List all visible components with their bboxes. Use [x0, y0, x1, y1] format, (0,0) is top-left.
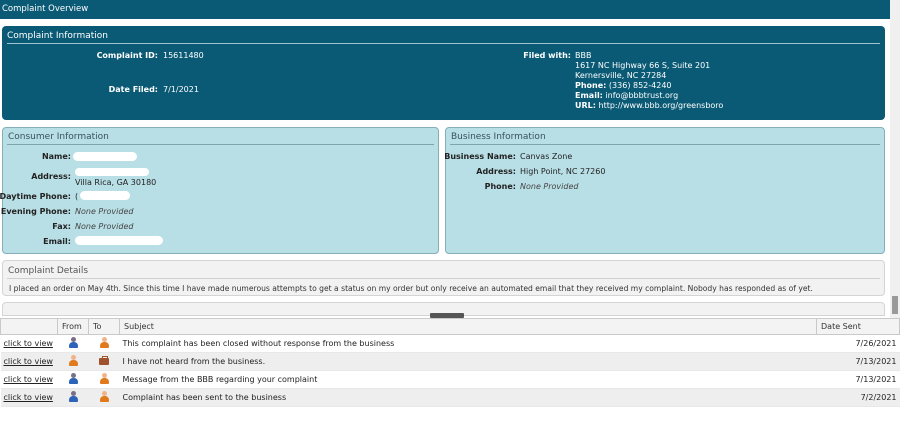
business-address-value: High Point, NC 27260 — [520, 167, 606, 176]
redacted-street — [75, 168, 149, 176]
business-information-panel: Business Information Business Name: Canv… — [444, 127, 885, 254]
bbb-url-label: URL: — [575, 101, 596, 110]
divider — [450, 144, 880, 145]
panel-header: Business Information — [451, 132, 546, 142]
bbb-agent-icon — [99, 373, 109, 384]
window-title: Complaint Overview — [0, 0, 890, 19]
bbb-phone-label: Phone: — [575, 81, 607, 90]
message-subject: Message from the BBB regarding your comp… — [119, 370, 817, 389]
message-subject: Complaint has been sent to the business — [119, 388, 817, 407]
message-date: 7/2/2021 — [816, 388, 900, 407]
evening-phone-label: Evening Phone: — [0, 207, 71, 216]
complaint-id-label: Complaint ID: — [96, 51, 158, 60]
table-row[interactable]: click to view This complaint has been cl… — [0, 334, 900, 353]
consumer-address-city: Villa Rica, GA 30180 — [75, 178, 157, 187]
panel-header: Consumer Information — [8, 132, 109, 142]
complaint-id-value: 15611480 — [163, 51, 204, 60]
consumer-email-label: Email: — [43, 237, 71, 246]
bbb-phone: (336) 852-4240 — [608, 81, 672, 90]
table-row[interactable]: click to view I have not heard from the … — [0, 352, 900, 371]
business-address-label: Address: — [476, 167, 516, 176]
filed-with-block: BBB 1617 NC Highway 66 S, Suite 201 Kern… — [575, 51, 723, 111]
date-filed-label: Date Filed: — [108, 85, 158, 94]
date-filed-value: 7/1/2021 — [163, 85, 199, 94]
consumer-icon — [68, 373, 78, 384]
scrollbar-thumb[interactable] — [892, 296, 898, 314]
divider — [7, 43, 880, 44]
consumer-name-label: Name: — [41, 152, 71, 161]
business-name-label: Business Name: — [444, 152, 516, 161]
table-row[interactable]: click to view Complaint has been sent to… — [0, 388, 900, 407]
redacted-phone — [80, 191, 130, 200]
click-to-view-link[interactable]: click to view — [4, 375, 53, 384]
redacted-name — [73, 152, 137, 161]
bbb-street: 1617 NC Highway 66 S, Suite 201 — [575, 61, 711, 70]
consumer-information-panel: Consumer Information Name: Address: Vill… — [0, 127, 439, 254]
panel-header: Complaint Details — [8, 266, 89, 276]
bbb-email[interactable]: info@bbbtrust.org — [605, 91, 678, 100]
message-date: 7/13/2021 — [816, 352, 900, 371]
complaint-information-panel: Complaint Information Complaint ID: 1561… — [2, 26, 885, 120]
daytime-phone-label: Daytime Phone: — [0, 192, 71, 201]
consumer-icon — [68, 391, 78, 402]
message-date: 7/26/2021 — [816, 334, 900, 353]
vertical-scrollbar[interactable] — [890, 0, 900, 318]
messages-table: From To Subject Date Sent click to view … — [0, 318, 900, 407]
click-to-view-link[interactable]: click to view — [4, 393, 53, 402]
bbb-email-label: Email: — [575, 91, 603, 100]
fax-value: None Provided — [75, 222, 134, 231]
business-briefcase-icon — [99, 355, 109, 366]
bbb-city: Kernersville, NC 27284 — [575, 71, 667, 80]
daytime-phone-value: ( — [75, 192, 79, 201]
redacted-email — [75, 236, 163, 245]
click-to-view-link[interactable]: click to view — [4, 357, 53, 366]
bbb-agent-icon — [99, 337, 109, 348]
table-header-row: From To Subject Date Sent — [0, 318, 900, 335]
column-header-link — [0, 318, 58, 335]
click-to-view-link[interactable]: click to view — [4, 339, 53, 348]
evening-phone-value: None Provided — [75, 207, 134, 216]
column-header-from[interactable]: From — [57, 318, 89, 335]
panel-header: Complaint Information — [7, 31, 108, 41]
filed-with-label: Filed with: — [523, 51, 571, 60]
column-header-subject[interactable]: Subject — [119, 318, 817, 335]
bbb-url[interactable]: http://www.bbb.org/greensboro — [599, 101, 724, 110]
bbb-agent-icon — [68, 355, 78, 366]
table-row[interactable]: click to view Message from the BBB regar… — [0, 370, 900, 389]
business-name-value: Canvas Zone — [520, 152, 573, 161]
column-header-date[interactable]: Date Sent — [816, 318, 900, 335]
business-phone-label: Phone: — [484, 182, 516, 191]
consumer-address-label: Address: — [31, 172, 71, 181]
message-subject: I have not heard from the business. — [119, 352, 817, 371]
consumer-icon — [68, 337, 78, 348]
column-header-to[interactable]: To — [88, 318, 120, 335]
divider — [7, 278, 880, 279]
bbb-agent-icon — [99, 391, 109, 402]
complaint-details-panel: Complaint Details I placed an order on M… — [2, 260, 885, 296]
complaint-details-text: I placed an order on May 4th. Since this… — [9, 284, 813, 293]
message-date: 7/13/2021 — [816, 370, 900, 389]
message-subject: This complaint has been closed without r… — [119, 334, 817, 353]
bbb-name: BBB — [575, 51, 592, 60]
fax-label: Fax: — [52, 222, 71, 231]
business-phone-value: None Provided — [520, 182, 579, 191]
divider — [7, 144, 434, 145]
